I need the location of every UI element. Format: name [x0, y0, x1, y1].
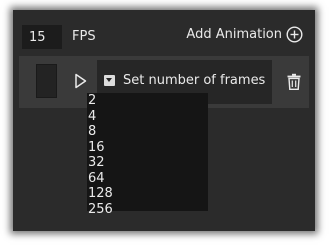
animation-thumbnail[interactable]	[36, 64, 57, 98]
fps-label: FPS	[72, 29, 96, 44]
fps-input[interactable]	[22, 25, 62, 49]
frames-options-menu: 2 4 8 16 32 64 128 256	[87, 93, 208, 216]
add-animation-label: Add Animation	[186, 27, 282, 42]
frames-dropdown-label: Set number of frames	[123, 73, 266, 88]
play-icon[interactable]	[74, 73, 87, 89]
trash-icon[interactable]	[287, 73, 301, 90]
chevron-down-icon	[104, 75, 115, 86]
frames-option[interactable]: 16	[87, 140, 208, 156]
plus-circle-icon	[286, 26, 303, 43]
frames-option[interactable]: 256	[87, 202, 208, 218]
frames-option[interactable]: 2	[87, 93, 208, 109]
frames-option[interactable]: 8	[87, 124, 208, 140]
frames-option[interactable]: 4	[87, 109, 208, 125]
frames-option[interactable]: 32	[87, 155, 208, 171]
frames-option[interactable]: 64	[87, 171, 208, 187]
add-animation-button[interactable]: Add Animation	[186, 26, 303, 43]
frames-option[interactable]: 128	[87, 186, 208, 202]
